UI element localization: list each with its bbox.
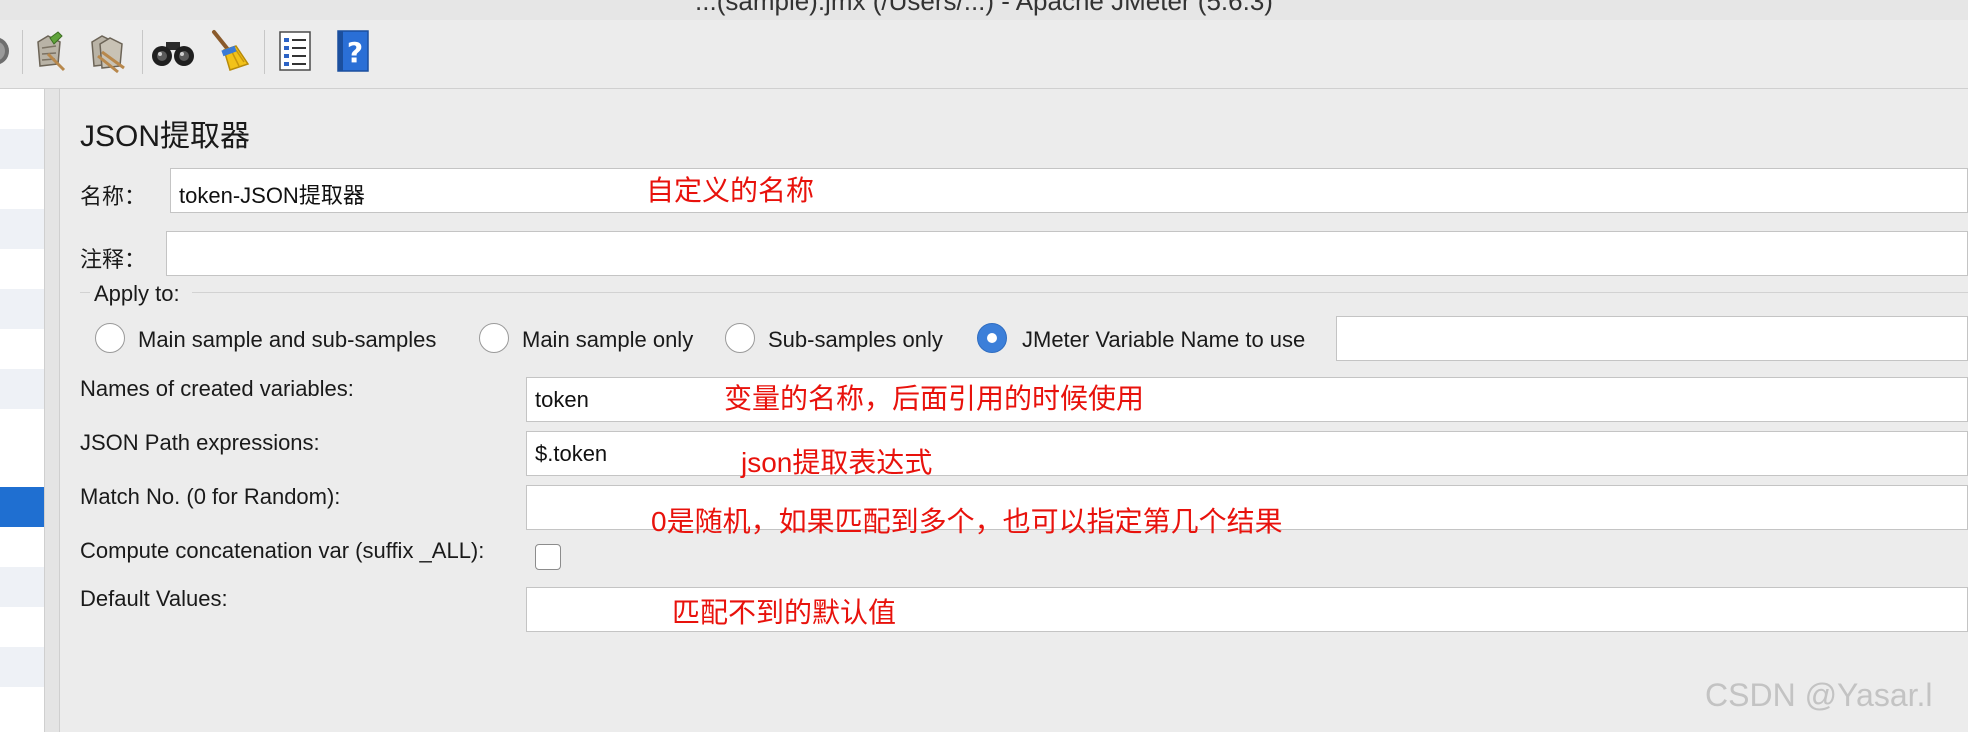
- default-values-label: Default Values:: [80, 586, 228, 611]
- annotation-name: 自定义的名称: [646, 175, 815, 206]
- radio-sub-only[interactable]: [725, 323, 755, 353]
- group-border: [192, 292, 1968, 293]
- function-helper-list-icon[interactable]: [272, 28, 318, 74]
- radio-main-only[interactable]: [479, 323, 509, 353]
- toolbar-separator: [264, 30, 265, 74]
- radio-sub-only-label: Sub-samples only: [768, 327, 943, 352]
- svg-text:?: ?: [347, 36, 363, 69]
- pane-splitter[interactable]: [44, 89, 60, 732]
- annotation-default: 匹配不到的默认值: [672, 597, 897, 628]
- json-path-expressions-label: JSON Path expressions:: [80, 430, 320, 455]
- tree-row[interactable]: [0, 567, 44, 607]
- radio-jmeter-variable-label: JMeter Variable Name to use: [1022, 327, 1306, 352]
- window-title-bar: ...(sample).jmx (/Users/...) - Apache JM…: [0, 0, 1968, 20]
- test-plan-tree[interactable]: [0, 89, 44, 732]
- help-book-icon[interactable]: ?: [330, 28, 376, 74]
- search-binoculars-icon[interactable]: [150, 28, 196, 74]
- clear-all-icon[interactable]: [84, 28, 130, 74]
- radio-main-and-sub-label: Main sample and sub-samples: [138, 327, 437, 352]
- toolbar-separator: [142, 30, 143, 74]
- annotation-path: json提取表达式: [741, 447, 933, 478]
- radio-main-and-sub[interactable]: [95, 323, 125, 353]
- clear-icon[interactable]: [28, 28, 74, 74]
- json-extractor-panel: JSON提取器 名称： token-JSON提取器 注释： Apply to: …: [60, 89, 1968, 732]
- csdn-watermark: CSDN @Yasar.l: [1705, 677, 1933, 713]
- compute-concatenation-checkbox[interactable]: [535, 544, 561, 570]
- panel-title: JSON提取器: [80, 120, 251, 153]
- stop-icon[interactable]: [0, 28, 18, 74]
- tree-row[interactable]: [0, 647, 44, 687]
- tree-row[interactable]: [0, 209, 44, 249]
- radio-jmeter-variable[interactable]: [977, 323, 1007, 353]
- radio-main-only-label: Main sample only: [522, 327, 694, 352]
- window-title: ...(sample).jmx (/Users/...) - Apache JM…: [695, 0, 1273, 16]
- annotation-match: 0是随机，如果匹配到多个，也可以指定第几个结果: [651, 506, 1283, 537]
- apply-to-legend: Apply to:: [94, 281, 180, 306]
- tree-row[interactable]: [0, 289, 44, 329]
- group-border: [80, 292, 90, 293]
- tree-row[interactable]: [0, 369, 44, 409]
- match-no-label: Match No. (0 for Random):: [80, 484, 341, 509]
- toolbar-separator: [22, 30, 23, 74]
- compute-concatenation-label: Compute concatenation var (suffix _ALL):: [80, 538, 485, 563]
- comment-field[interactable]: [166, 231, 1968, 276]
- names-of-created-variables-label: Names of created variables:: [80, 376, 354, 401]
- jmeter-variable-name-field[interactable]: [1336, 316, 1968, 361]
- comment-label: 注释：: [80, 247, 147, 272]
- tree-row[interactable]: [0, 129, 44, 169]
- tree-row-selected[interactable]: [0, 487, 44, 527]
- name-label: 名称：: [80, 184, 147, 209]
- reset-search-broom-icon[interactable]: [206, 28, 252, 74]
- annotation-variables: 变量的名称，后面引用的时候使用: [724, 383, 1145, 414]
- name-field[interactable]: token-JSON提取器: [170, 168, 1968, 213]
- toolbar: ?: [0, 20, 1968, 89]
